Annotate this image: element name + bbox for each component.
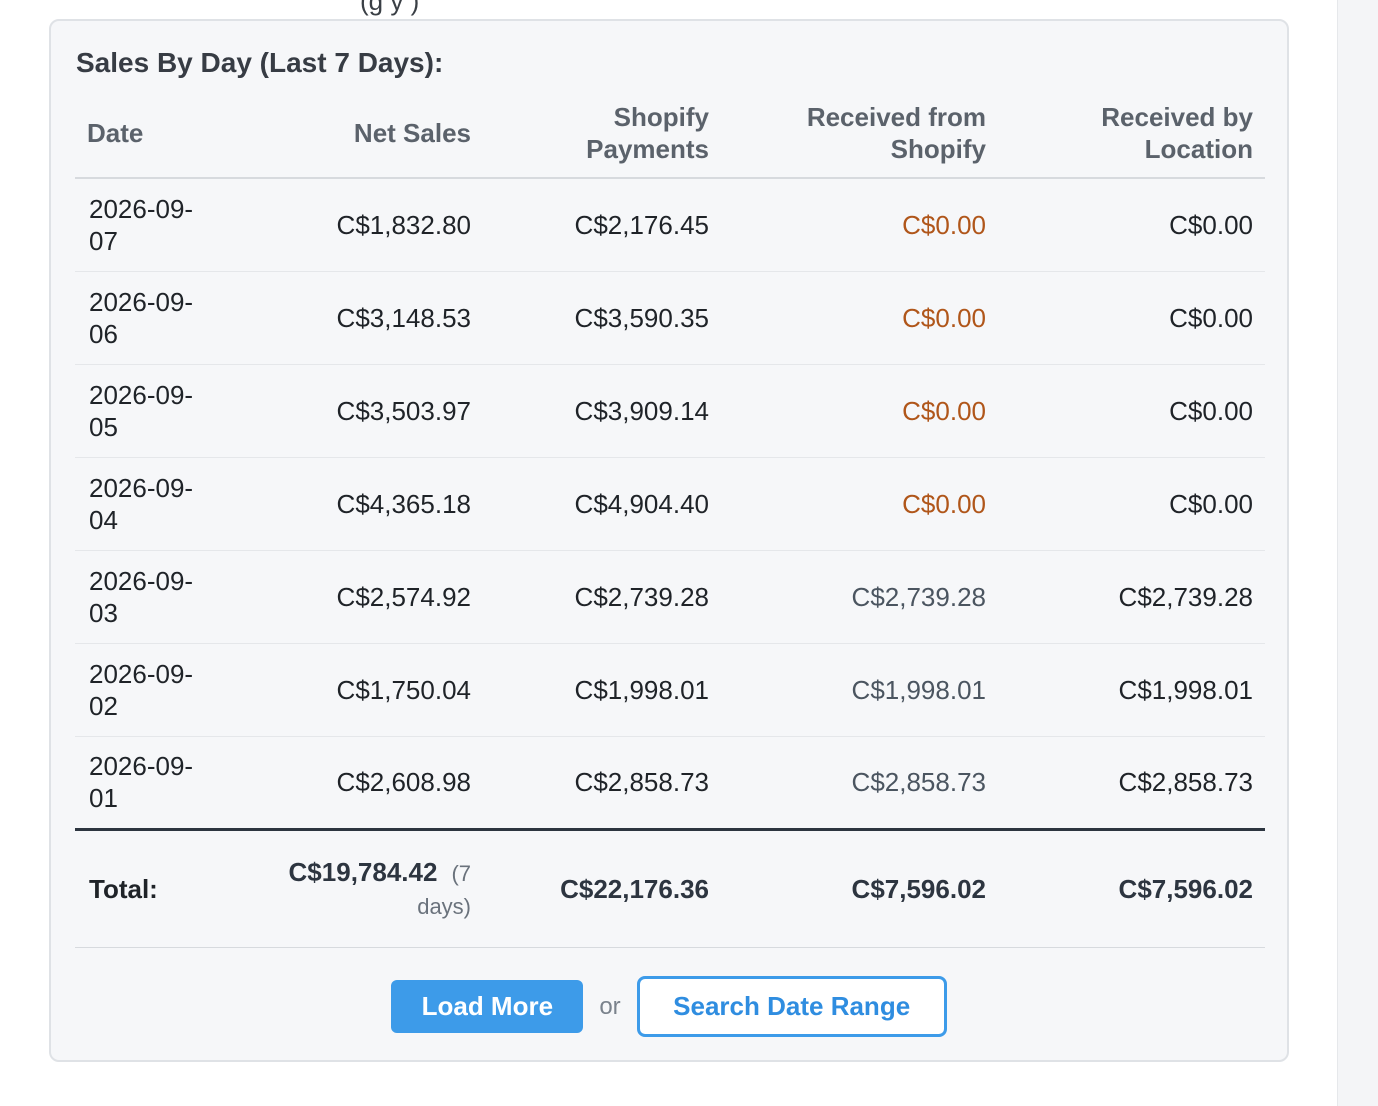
table-actions: Load More or Search Date Range [51,976,1287,1037]
page-subtitle-clipped: (g y ) [360,0,420,16]
table-row: 2026-09- 05 C$3,503.97 C$3,909.14 C$0.00… [75,364,1265,458]
table-row: 2026-09- 02 C$1,750.04 C$1,998.01 C$1,99… [75,643,1265,737]
table-row: 2026-09- 03 C$2,574.92 C$2,739.28 C$2,73… [75,550,1265,644]
date-part: 2026-09- [89,658,194,689]
cell-received-by-location: C$2,858.73 [998,736,1265,831]
table-row: 2026-09- 06 C$3,148.53 C$3,590.35 C$0.00… [75,271,1265,365]
totals-label: Total: [75,829,225,948]
date-part: 2026-09- [89,472,194,503]
date-part: 06 [89,318,118,349]
date-part: 05 [89,411,118,442]
cell-received-by-location: C$0.00 [998,178,1265,272]
cell-date: 2026-09- 01 [75,736,225,831]
date-part: 2026-09- [89,193,194,224]
table-row: 2026-09- 04 C$4,365.18 C$4,904.40 C$0.00… [75,457,1265,551]
cell-received-by-location: C$1,998.01 [998,643,1265,737]
cell-shopify-payments: C$2,858.73 [483,736,721,831]
cell-net-sales: C$1,832.80 [225,178,483,272]
date-part: 2026-09- [89,286,194,317]
cell-shopify-payments: C$3,590.35 [483,271,721,365]
cell-received-by-location: C$0.00 [998,457,1265,551]
cell-shopify-payments: C$4,904.40 [483,457,721,551]
cell-net-sales: C$3,148.53 [225,271,483,365]
cell-net-sales: C$4,365.18 [225,457,483,551]
cell-shopify-payments: C$3,909.14 [483,364,721,458]
table-header-row: Date Net Sales Shopify Payments Received… [75,101,1265,179]
cell-net-sales: C$2,608.98 [225,736,483,831]
date-part: 2026-09- [89,379,194,410]
totals-net-value: C$19,784.42 [288,856,438,887]
totals-shopify-payments: C$22,176.36 [483,829,721,948]
totals-net-sales: C$19,784.42 (7 days) [225,829,483,948]
sales-table: Date Net Sales Shopify Payments Received… [75,101,1265,948]
cell-received-by-location: C$0.00 [998,271,1265,365]
table-row: 2026-09- 07 C$1,832.80 C$2,176.45 C$0.00… [75,178,1265,272]
cell-received-from-shopify: C$0.00 [721,364,998,458]
totals-days-note: (7 [451,860,471,886]
column-header-label: Received from [806,102,986,132]
column-header-label: Shopify [890,134,986,164]
cell-date: 2026-09- 05 [75,364,225,458]
cell-date: 2026-09- 03 [75,550,225,644]
load-more-button[interactable]: Load More [391,980,584,1033]
cell-received-from-shopify: C$2,739.28 [721,550,998,644]
cell-shopify-payments: C$2,176.45 [483,178,721,272]
date-part: 2026-09- [89,751,194,781]
date-part: 02 [89,690,118,721]
sales-by-day-card: Sales By Day (Last 7 Days): Date Net Sal… [49,19,1289,1062]
cell-received-from-shopify: C$0.00 [721,271,998,365]
totals-net-line: C$19,784.42 (7 [237,855,471,891]
cell-net-sales: C$1,750.04 [225,643,483,737]
cell-net-sales: C$2,574.92 [225,550,483,644]
cell-date: 2026-09- 04 [75,457,225,551]
date-part: 01 [89,783,118,813]
column-header-net-sales: Net Sales [225,101,483,179]
date-part: 03 [89,597,118,628]
or-separator: or [599,992,621,1020]
cell-date: 2026-09- 06 [75,271,225,365]
cell-net-sales: C$3,503.97 [225,364,483,458]
page-side-panel [1337,0,1378,1106]
date-part: 2026-09- [89,565,194,596]
date-part: 07 [89,225,118,256]
search-date-range-button[interactable]: Search Date Range [636,976,947,1037]
column-header-date: Date [75,101,225,179]
column-header-label: Received by [1101,102,1253,132]
card-title: Sales By Day (Last 7 Days): [76,47,444,78]
date-part: 04 [89,504,118,535]
cell-shopify-payments: C$1,998.01 [483,643,721,737]
cell-received-from-shopify: C$1,998.01 [721,643,998,737]
column-header-label: Location [1144,134,1253,164]
column-header-label: Payments [586,134,709,164]
column-header-received-by-location: Received by Location [998,101,1265,179]
column-header-received-from-shopify: Received from Shopify [721,101,998,179]
cell-received-from-shopify: C$0.00 [721,457,998,551]
totals-received-by-location: C$7,596.02 [998,829,1265,948]
totals-received-from-shopify: C$7,596.02 [721,829,998,948]
cell-received-from-shopify: C$2,858.73 [721,736,998,831]
column-header-label: Shopify [613,102,709,132]
cell-received-by-location: C$0.00 [998,364,1265,458]
column-header-shopify-payments: Shopify Payments [483,101,721,179]
cell-received-from-shopify: C$0.00 [721,178,998,272]
cell-date: 2026-09- 02 [75,643,225,737]
totals-row: Total: C$19,784.42 (7 days) C$22,176.36 C… [75,829,1265,948]
cell-received-by-location: C$2,739.28 [998,550,1265,644]
table-row: 2026-09- 01 C$2,608.98 C$2,858.73 C$2,85… [75,736,1265,831]
cell-shopify-payments: C$2,739.28 [483,550,721,644]
cell-date: 2026-09- 07 [75,178,225,272]
totals-days-note-continued: days) [417,893,471,919]
